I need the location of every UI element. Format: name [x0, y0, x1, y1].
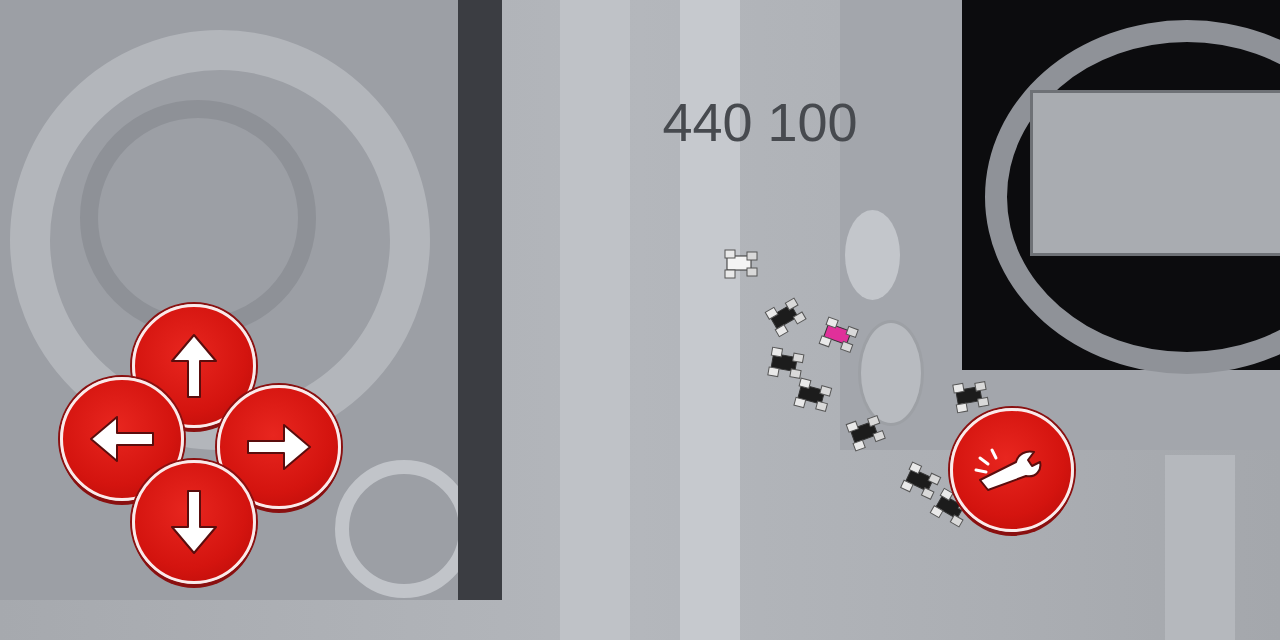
- robot-unit: [765, 295, 808, 336]
- player-unit: [725, 250, 759, 278]
- robot-unit: [794, 378, 834, 414]
- disc: [858, 320, 924, 426]
- arrow-icon: [87, 409, 157, 469]
- ring: [335, 460, 473, 598]
- arrow-icon: [164, 331, 224, 401]
- robot-unit: [901, 462, 944, 502]
- arrow-icon: [244, 417, 314, 477]
- wall-edge: [458, 0, 502, 600]
- game-view: 440 100: [0, 0, 1280, 640]
- grate: [1030, 90, 1280, 256]
- score: 440 100: [600, 90, 920, 155]
- robot-unit: [768, 347, 806, 380]
- repair-button[interactable]: [950, 408, 1074, 532]
- pillar: [1165, 455, 1235, 640]
- wheel: [80, 100, 316, 336]
- arrow-icon: [164, 487, 224, 557]
- down-button[interactable]: [132, 460, 256, 584]
- robot-unit: [953, 379, 991, 412]
- disc: [845, 210, 900, 300]
- wrench-icon: [972, 440, 1052, 500]
- pillar: [560, 0, 630, 640]
